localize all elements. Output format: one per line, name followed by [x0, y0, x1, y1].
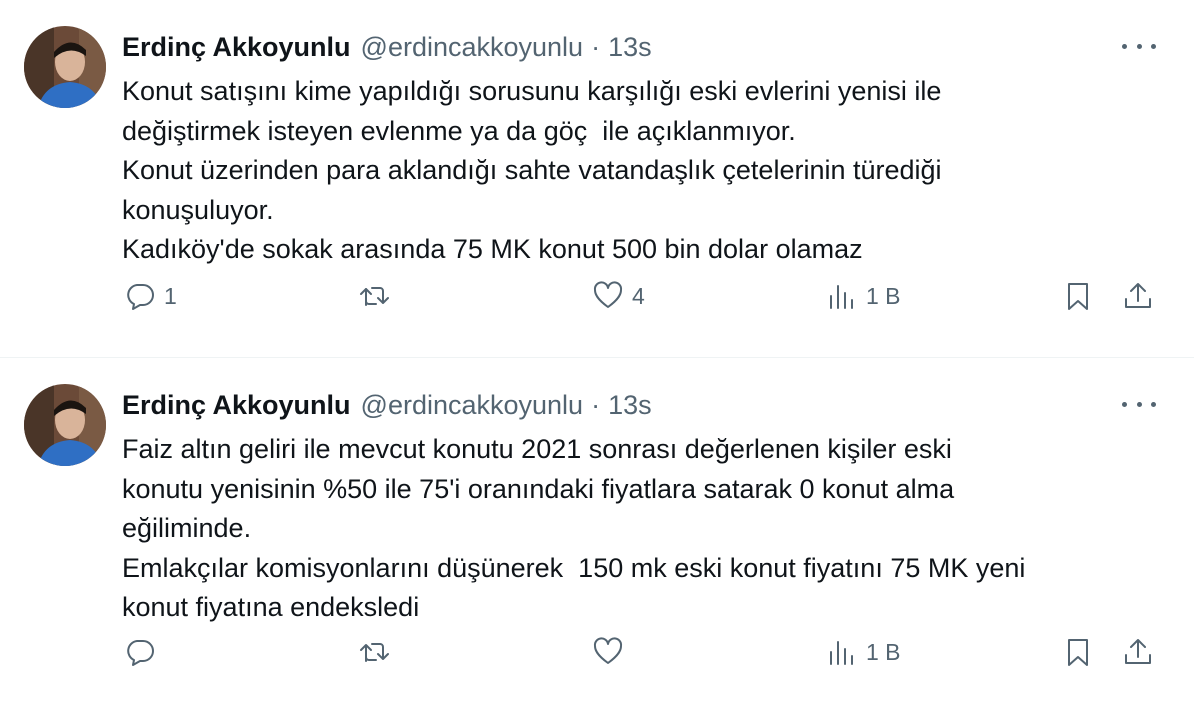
view-count: 1 B	[866, 282, 901, 309]
like-button[interactable]	[592, 632, 632, 672]
tweet-text: Konut satışını kime yapıldığı sorusunu k…	[122, 72, 1162, 270]
retweet-button[interactable]	[358, 276, 398, 316]
reply-count: 1	[164, 282, 177, 309]
tweet-text-line: Konut satışını kime yapıldığı sorusunu k…	[122, 76, 942, 106]
view-count: 1 B	[866, 638, 901, 665]
share-button[interactable]	[1122, 632, 1154, 672]
more-icon[interactable]	[1122, 394, 1156, 414]
heart-icon	[593, 281, 623, 308]
author-name[interactable]: Erdinç Akkoyunlu	[122, 390, 351, 421]
tweet-text-line: Faiz altın geliri ile mevcut konutu 2021…	[122, 434, 952, 464]
author-handle[interactable]: @erdincakkoyunlu	[361, 32, 584, 63]
timestamp[interactable]: 13s	[608, 32, 652, 63]
separator: ·	[591, 31, 601, 62]
tweet-text-line: konut fiyatına endeksledi	[122, 592, 420, 622]
reply-icon	[127, 284, 154, 310]
bookmark-button[interactable]	[1062, 632, 1094, 672]
retweet-button[interactable]	[358, 632, 398, 672]
retweet-icon	[360, 643, 389, 662]
reply-button[interactable]: 1	[124, 276, 177, 316]
tweet-text-line: konutu yenisinin %50 ile 75'i oranındaki…	[122, 473, 955, 504]
share-icon	[1125, 639, 1151, 664]
tweet-text-line: Konut üzerinden para aklandığı sahte vat…	[122, 155, 942, 185]
tweet-text-line: konuşuluyor.	[122, 194, 274, 225]
timestamp[interactable]: 13s	[608, 390, 652, 421]
tweet-text-line: Emlakçılar komisyonlarını düşünerek 150 …	[122, 552, 1026, 583]
author-handle[interactable]: @erdincakkoyunlu	[361, 390, 584, 421]
views-icon	[830, 641, 853, 665]
reply-button[interactable]	[124, 632, 164, 672]
avatar[interactable]	[24, 26, 106, 108]
tweet-text-line: değiştirmek isteyen evlenme ya da göç il…	[122, 115, 796, 146]
tweet[interactable]: Erdinç Akkoyunlu @erdincakkoyunlu · 13s …	[0, 0, 1194, 358]
share-button[interactable]	[1122, 276, 1154, 316]
tweet-header: Erdinç Akkoyunlu @erdincakkoyunlu · 13s	[122, 388, 652, 422]
bookmark-icon	[1068, 283, 1088, 310]
avatar-image	[24, 384, 106, 466]
tweet-text-line: Kadıköy'de sokak arasında 75 MK konut 50…	[122, 234, 863, 264]
views-icon	[830, 285, 853, 309]
views-button[interactable]: 1 B	[826, 632, 901, 672]
retweet-icon	[360, 287, 389, 306]
avatar[interactable]	[24, 384, 106, 466]
action-bar: 1 4 1 B	[122, 276, 1162, 316]
like-button[interactable]: 4	[592, 276, 645, 316]
tweet[interactable]: Erdinç Akkoyunlu @erdincakkoyunlu · 13s …	[0, 358, 1194, 716]
bookmark-icon	[1068, 639, 1088, 666]
views-button[interactable]: 1 B	[826, 276, 901, 316]
more-icon[interactable]	[1122, 36, 1156, 56]
tweet-text-line: eğiliminde.	[122, 513, 252, 543]
like-count: 4	[632, 282, 645, 309]
bookmark-button[interactable]	[1062, 276, 1094, 316]
action-bar: 1 B	[122, 632, 1162, 672]
avatar-image	[24, 26, 106, 108]
separator: ·	[591, 389, 601, 420]
reply-icon	[127, 640, 154, 666]
tweet-text: Faiz altın geliri ile mevcut konutu 2021…	[122, 430, 1162, 628]
heart-icon	[593, 637, 623, 664]
tweet-header: Erdinç Akkoyunlu @erdincakkoyunlu · 13s	[122, 30, 652, 64]
share-icon	[1125, 283, 1151, 308]
author-name[interactable]: Erdinç Akkoyunlu	[122, 32, 351, 63]
